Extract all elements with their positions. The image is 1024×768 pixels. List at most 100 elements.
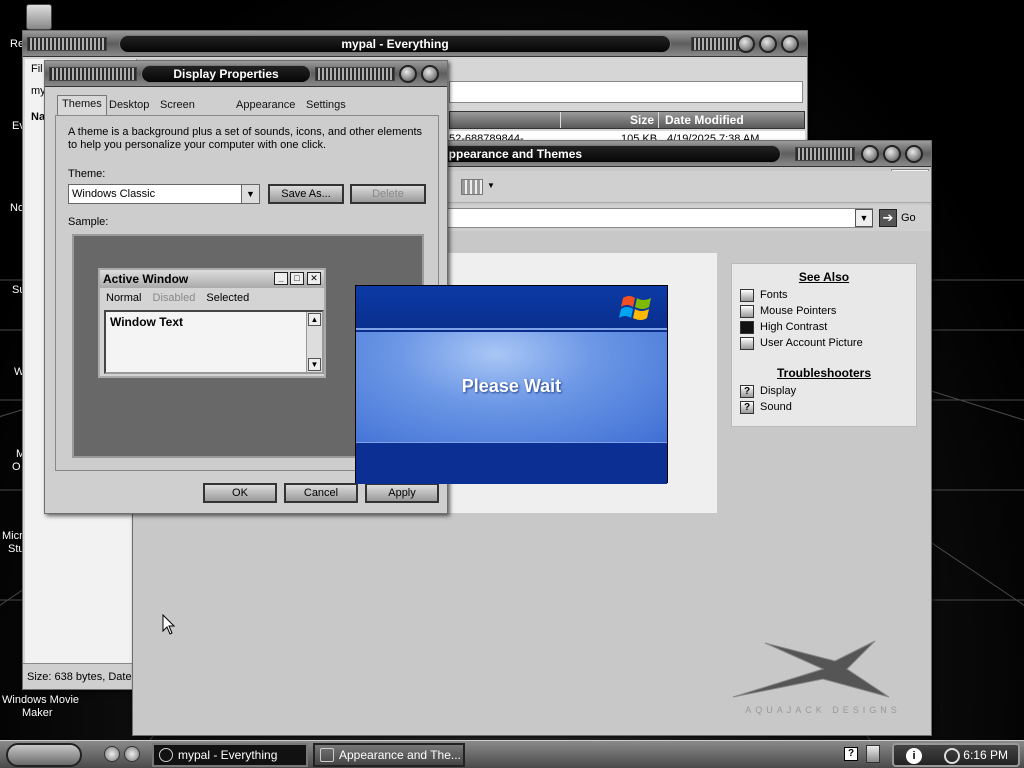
troubleshooters-heading: Troubleshooters: [776, 366, 871, 380]
close-button[interactable]: [905, 145, 923, 163]
column-date-modified[interactable]: Date Modified: [658, 112, 806, 128]
see-also-high-contrast[interactable]: High Contrast: [740, 320, 827, 336]
scroll-up-icon: ▲: [308, 313, 321, 326]
help-button[interactable]: [399, 65, 417, 83]
task-label: mypal - Everything: [178, 748, 278, 762]
apply-button[interactable]: Apply: [365, 483, 439, 503]
toolbar: ▼: [443, 171, 931, 203]
sample-scrollbar: ▲ ▼: [306, 312, 322, 372]
network-icon[interactable]: [866, 745, 880, 763]
aquajack-logo: AQUAJACK DESIGNS: [732, 640, 901, 715]
see-also-mouse-pointers[interactable]: Mouse Pointers: [740, 304, 836, 320]
sample-label: Sample:: [68, 216, 109, 228]
views-icon[interactable]: [461, 179, 483, 195]
info-icon[interactable]: i: [906, 748, 922, 764]
fonts-icon: [740, 288, 754, 302]
chevron-down-icon[interactable]: ▼: [241, 185, 259, 203]
mouse-pointer-icon: [740, 304, 754, 318]
desktop-label: Maker: [22, 707, 53, 719]
minimize-icon: _: [274, 272, 288, 285]
link-label: High Contrast: [760, 321, 828, 333]
column-name[interactable]: [450, 112, 560, 128]
help-icon: ?: [740, 384, 754, 398]
logo-text: AQUAJACK DESIGNS: [745, 705, 901, 715]
delete-button[interactable]: Delete: [350, 184, 426, 204]
maximize-button[interactable]: [883, 145, 901, 163]
link-label: Fonts: [760, 289, 788, 301]
splash-top-band: [356, 286, 667, 330]
views-dropdown-icon[interactable]: ▼: [487, 181, 495, 190]
sample-menu-selected: Selected: [206, 292, 250, 304]
please-wait-text: Please Wait: [461, 376, 562, 396]
search-icon[interactable]: [944, 748, 960, 764]
name-column-stub[interactable]: Na: [31, 111, 45, 123]
media-player-icon[interactable]: [124, 746, 140, 762]
link-label: Sound: [760, 401, 792, 413]
close-icon: ✕: [307, 272, 321, 285]
desktop-label: O: [12, 461, 21, 473]
please-wait-splash: Please Wait: [355, 285, 668, 484]
see-also-heading: See Also: [798, 270, 850, 284]
address-input[interactable]: [443, 208, 873, 228]
ok-button[interactable]: OK: [203, 483, 277, 503]
windows-xp-logo-icon: [619, 296, 651, 320]
theme-label: Theme:: [68, 168, 106, 180]
title-grill: [795, 147, 855, 161]
user-picture-icon: [740, 336, 754, 350]
link-label: User Account Picture: [760, 337, 863, 349]
theme-select[interactable]: Windows Classic ▼: [68, 184, 260, 204]
title-grill: [27, 37, 107, 51]
titlebar[interactable]: mypal - Everything: [23, 31, 807, 57]
tab-themes[interactable]: Themes: [57, 95, 107, 115]
splash-bottom-band: [356, 442, 667, 484]
go-button-label[interactable]: Go: [901, 212, 916, 224]
control-panel-icon: [320, 748, 334, 762]
tab-settings[interactable]: Settings: [302, 97, 350, 115]
taskbar-item-mypal[interactable]: mypal - Everything: [152, 743, 308, 767]
address-bar: ▼ ➔ Go: [443, 205, 931, 231]
maximize-button[interactable]: [759, 35, 777, 53]
see-also-panel: See Also Fonts Mouse Pointers High Contr…: [731, 263, 917, 427]
link-label: Mouse Pointers: [760, 305, 837, 317]
recycle-bin-icon[interactable]: [26, 4, 52, 30]
scroll-down-icon: ▼: [308, 358, 321, 371]
search-icon: [159, 748, 173, 762]
cancel-button[interactable]: Cancel: [284, 483, 358, 503]
see-also-fonts[interactable]: Fonts: [740, 288, 788, 304]
address-dropdown-icon[interactable]: ▼: [855, 209, 873, 227]
high-contrast-icon: [740, 320, 754, 334]
sample-window-text: Window Text: [110, 315, 183, 329]
splash-middle-band: Please Wait: [356, 332, 667, 442]
title-grill: [315, 67, 395, 81]
close-button[interactable]: [421, 65, 439, 83]
see-also-user-account-picture[interactable]: User Account Picture: [740, 336, 863, 352]
tab-screen-saver[interactable]: Screen Saver: [156, 97, 199, 127]
tab-appearance[interactable]: Appearance: [232, 97, 299, 115]
status-bar: Size: 638 bytes, Date: [23, 663, 135, 689]
internet-explorer-icon[interactable]: [104, 746, 120, 762]
window-title: Appearance and Themes: [433, 145, 781, 163]
column-size[interactable]: Size: [560, 112, 658, 128]
troubleshooter-sound[interactable]: ? Sound: [740, 400, 792, 416]
clock[interactable]: 6:16 PM: [963, 748, 1008, 762]
sample-window: Active Window _ □ ✕ Normal Disabled Sele…: [98, 268, 326, 378]
sample-menu: Normal Disabled Selected: [106, 292, 257, 304]
search-input[interactable]: [449, 81, 803, 103]
help-icon: ?: [740, 400, 754, 414]
sample-window-title: Active Window _ □ ✕: [100, 270, 324, 288]
taskbar: mypal - Everything Appearance and The...…: [0, 740, 1024, 768]
titlebar[interactable]: Display Properties: [45, 61, 447, 87]
start-button[interactable]: [6, 743, 82, 767]
troubleshooter-display[interactable]: ? Display: [740, 384, 796, 400]
go-arrow-icon[interactable]: ➔: [879, 209, 897, 227]
menu-file[interactable]: Fil: [31, 63, 43, 75]
close-button[interactable]: [781, 35, 799, 53]
tab-desktop[interactable]: Desktop: [105, 97, 153, 115]
taskbar-item-appearance[interactable]: Appearance and The...: [313, 743, 465, 767]
help-icon[interactable]: ?: [844, 747, 858, 761]
save-as-button[interactable]: Save As...: [268, 184, 344, 204]
sample-menu-normal: Normal: [106, 292, 142, 304]
minimize-button[interactable]: [861, 145, 879, 163]
minimize-button[interactable]: [737, 35, 755, 53]
window-title: mypal - Everything: [119, 35, 671, 53]
